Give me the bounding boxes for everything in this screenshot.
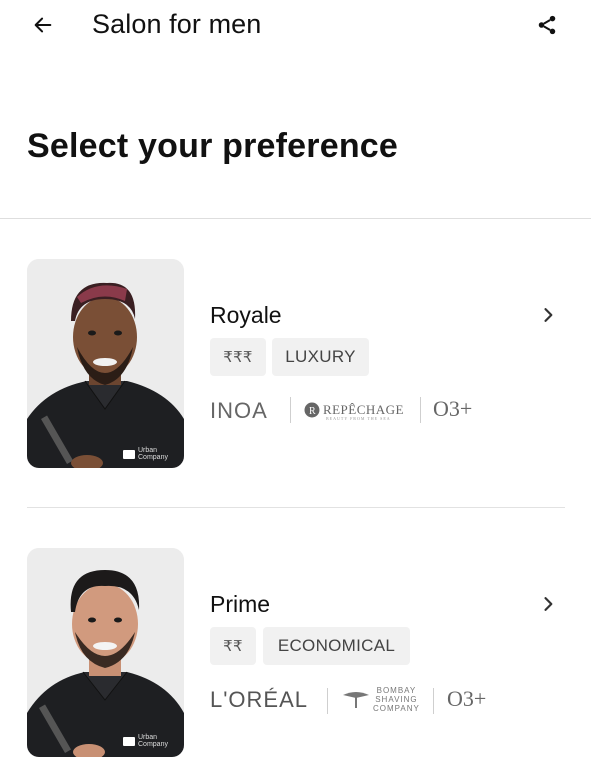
brand-bombay-line: BOMBAY (376, 685, 417, 695)
tier-card-prime[interactable]: Urban Company Prime ₹₹ ECONOMICAL L'ORÉA… (0, 548, 591, 763)
badge-line: Urban (138, 734, 158, 741)
badge-line: Urban (138, 447, 158, 454)
urban-company-badge: Urban Company (123, 734, 183, 748)
brand-bombay-line: SHAVING (375, 694, 418, 704)
tier-name: Prime (210, 591, 271, 617)
brand-repechage-subtitle: BEAUTY FROM THE SEA (326, 416, 391, 421)
professional-photo: Urban Company (27, 259, 184, 468)
divider (0, 218, 591, 219)
share-icon (538, 15, 556, 35)
brand-o3plus: O3+ (433, 396, 472, 422)
logo-square-icon (123, 736, 135, 746)
bombay-shaving-logo-icon (343, 692, 369, 708)
brand-bombay-shaving: BOMBAY SHAVING COMPANY (341, 684, 421, 714)
category-tag: LUXURY (272, 338, 369, 376)
brand-loreal: L'ORÉAL (210, 687, 309, 712)
svg-text:R: R (309, 406, 316, 417)
arrow-left-icon (34, 17, 52, 33)
urban-company-badge: Urban Company (123, 447, 183, 461)
price-tag: ₹₹₹ (210, 338, 266, 376)
brand-separator (433, 688, 434, 714)
badge-line: Company (138, 741, 168, 748)
brand-separator (420, 397, 421, 423)
brand-separator (327, 688, 328, 714)
brand-bombay-text: BOMBAY SHAVING COMPANY (373, 686, 420, 713)
divider (27, 507, 565, 508)
page-title: Salon for men (92, 9, 262, 39)
share-button[interactable] (532, 10, 562, 40)
tier-card-royale[interactable]: Urban Company Royale ₹₹₹ LUXURY INOA R R… (0, 259, 591, 474)
brand-bombay-line: COMPANY (373, 703, 420, 713)
badge-line: Company (138, 454, 168, 461)
brand-o3plus-text: O3+ (433, 396, 473, 421)
brand-separator (290, 397, 291, 423)
brand-inoa: INOA (210, 398, 268, 423)
chevron-right-icon (544, 308, 553, 322)
repechage-logo-icon: R (304, 402, 320, 418)
tier-name: Royale (210, 302, 282, 328)
chevron-right-icon (544, 597, 553, 611)
category-tag: ECONOMICAL (263, 627, 410, 665)
back-button[interactable] (28, 10, 58, 40)
logo-square-icon (123, 449, 135, 459)
professional-photo: Urban Company (27, 548, 184, 757)
brand-o3plus-text: O3+ (447, 686, 487, 711)
brand-repechage: R REPÊCHAGE BEAUTY FROM THE SEA (304, 399, 404, 421)
price-tag: ₹₹ (210, 627, 256, 665)
section-heading: Select your preference (27, 127, 399, 165)
brand-o3plus: O3+ (447, 686, 486, 712)
top-bar: Salon for men (0, 0, 591, 50)
